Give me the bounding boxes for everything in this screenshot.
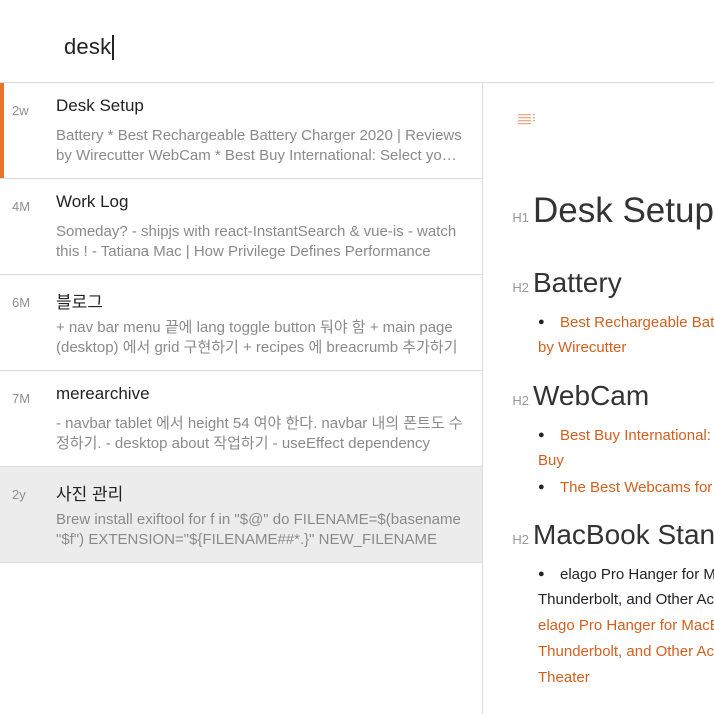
bullet-icon: ● [538,568,545,580]
section-heading-battery: H2 Battery [483,267,622,299]
note-item-merearchive[interactable]: 7M merearchive - navbar tablet 에서 height… [0,371,482,467]
link-continuation[interactable]: by Wirecutter [538,338,626,358]
note-title: 블로그 [56,293,103,312]
note-age: 2w [12,103,29,118]
note-age: 6M [12,295,31,310]
section-heading-text: Battery [533,267,622,298]
note-excerpt: Battery * Best Rechargeable Battery Char… [56,127,462,164]
link[interactable]: elago Pro Hanger for MacBook Pro and [538,616,714,636]
note-item-blog[interactable]: 6M 블로그 + nav bar menu 끝에 lang toggle but… [0,275,482,371]
h2-marker: H2 [512,393,529,408]
h2-marker: H2 [512,280,529,295]
note-title: merearchive [56,384,150,403]
note-age: 7M [12,391,31,406]
section-heading-webcam: H2 WebCam [483,380,649,412]
h1-marker: H1 [512,210,529,225]
link-continuation[interactable]: Thunderbolt, and Other Accessories | Hom… [538,642,714,662]
link-continuation[interactable]: Buy [538,451,564,471]
note-title: 사진 관리 [56,485,124,504]
section-heading-text: MacBook Stand [533,519,714,550]
bullet-icon: ● [538,316,545,328]
note-excerpt: - navbar tablet 에서 height 54 여야 한다. navb… [56,415,463,452]
note-item-desk-setup[interactable]: 2w Desk Setup Battery * Best Rechargeabl… [0,83,482,179]
note-editor[interactable]: H1 Desk Setup H2 Battery ● Best Rechargea… [483,83,714,714]
list-item: ● The Best Webcams for 2020 [538,477,714,498]
note-list: 2w Desk Setup Battery * Best Rechargeabl… [0,83,482,714]
note-title: Work Log [56,192,129,211]
section-heading-macbook-stand: H2 MacBook Stand [483,519,714,551]
link[interactable]: Best Rechargeable Battery Charger 2020 |… [560,314,714,331]
link-text[interactable]: Theater [538,669,590,686]
link-text[interactable]: by Wirecutter [538,339,626,356]
link[interactable]: Best Buy International: Select your Coun… [560,427,714,444]
link-text[interactable]: elago Pro Hanger for MacBook Pro and [538,617,714,634]
link-text[interactable]: Thunderbolt, and Other Accessories | Hom… [538,643,714,660]
table-of-contents-icon[interactable] [517,111,537,127]
search-input[interactable]: desk [64,34,114,60]
item-text: Thunderbolt, and Other Accessories [538,591,714,608]
section-heading-text: WebCam [533,380,650,411]
note-title: Desk Setup [56,96,144,115]
list-item: ● elago Pro Hanger for MacBook Pro and [538,564,714,585]
note-item-photo-management[interactable]: 2y 사진 관리 Brew install exiftool for f in … [0,467,482,563]
note-item-work-log[interactable]: 4M Work Log Someday? - shipjs with react… [0,179,482,275]
search-query: desk [64,34,112,59]
note-age: 4M [12,199,31,214]
list-item: ● Best Rechargeable Battery Charger 2020 … [538,312,714,333]
note-excerpt: + nav bar menu 끝에 lang toggle button 둬야 … [56,319,458,356]
note-excerpt: Brew install exiftool for f in "$@" do F… [56,511,461,548]
text-caret [112,34,114,60]
h2-marker: H2 [512,532,529,547]
link-continuation[interactable]: Theater [538,668,590,688]
item-text: elago Pro Hanger for MacBook Pro and [560,566,714,583]
note-heading-h1: H1 Desk Setup [483,191,714,231]
app-window: desk 2w Desk Setup Battery * Best Rechar… [0,0,714,714]
link-text[interactable]: Buy [538,452,564,469]
bullet-icon: ● [538,429,545,441]
bullet-icon: ● [538,481,545,493]
note-title-heading: Desk Setup [533,191,714,230]
list-item: ● Best Buy International: Select your Cou… [538,425,714,446]
note-excerpt: Someday? - shipjs with react-InstantSear… [56,223,457,260]
search-bar[interactable]: desk [0,0,714,83]
link[interactable]: The Best Webcams for 2020 [560,479,714,496]
note-age: 2y [12,487,26,502]
item-text-continuation: Thunderbolt, and Other Accessories [538,590,714,610]
